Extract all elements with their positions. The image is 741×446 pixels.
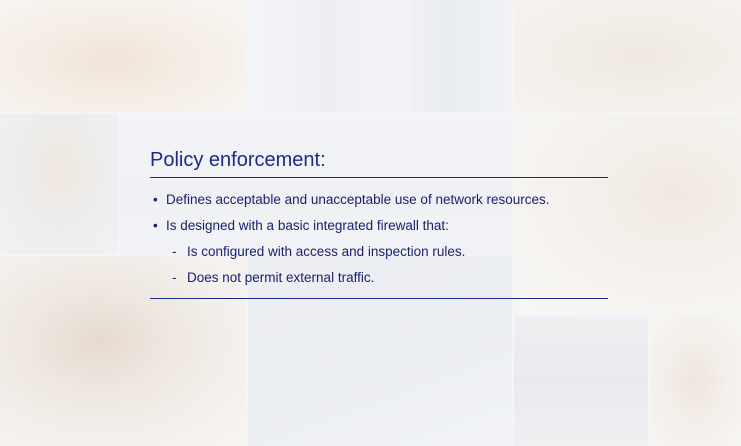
sub-bullet-marker: - xyxy=(172,244,177,259)
bullet-marker: • xyxy=(153,218,158,233)
background-photo-server-rack xyxy=(514,316,648,446)
bullet-item: • Defines acceptable and unacceptable use… xyxy=(150,187,610,213)
bullet-text: Defines acceptable and unacceptable use … xyxy=(166,192,550,207)
sub-bullet-item: - Is configured with access and inspectio… xyxy=(150,239,610,265)
sub-bullet-text: Does not permit external traffic. xyxy=(187,270,375,285)
background-photo-meeting xyxy=(514,0,741,112)
background-photo-handshake xyxy=(0,0,246,112)
background-photo-office-worker xyxy=(248,0,512,112)
title-underline xyxy=(150,177,608,178)
slide-content: Policy enforcement: • Defines acceptable … xyxy=(150,146,610,299)
bullet-list: • Defines acceptable and unacceptable use… xyxy=(150,187,610,291)
slide: Policy enforcement: • Defines acceptable … xyxy=(0,0,741,446)
sub-bullet-item: - Does not permit external traffic. xyxy=(150,265,610,291)
bullet-marker: • xyxy=(153,192,158,207)
background-photo-colleagues xyxy=(0,114,118,254)
background-photo-woman-desk xyxy=(650,316,741,446)
bullet-text: Is designed with a basic integrated fire… xyxy=(166,218,449,233)
slide-title: Policy enforcement: xyxy=(150,149,326,171)
sub-bullet-marker: - xyxy=(172,270,177,285)
bullet-item: • Is designed with a basic integrated fir… xyxy=(150,213,610,239)
sub-bullet-text: Is configured with access and inspection… xyxy=(187,244,466,259)
bottom-divider xyxy=(150,298,608,299)
